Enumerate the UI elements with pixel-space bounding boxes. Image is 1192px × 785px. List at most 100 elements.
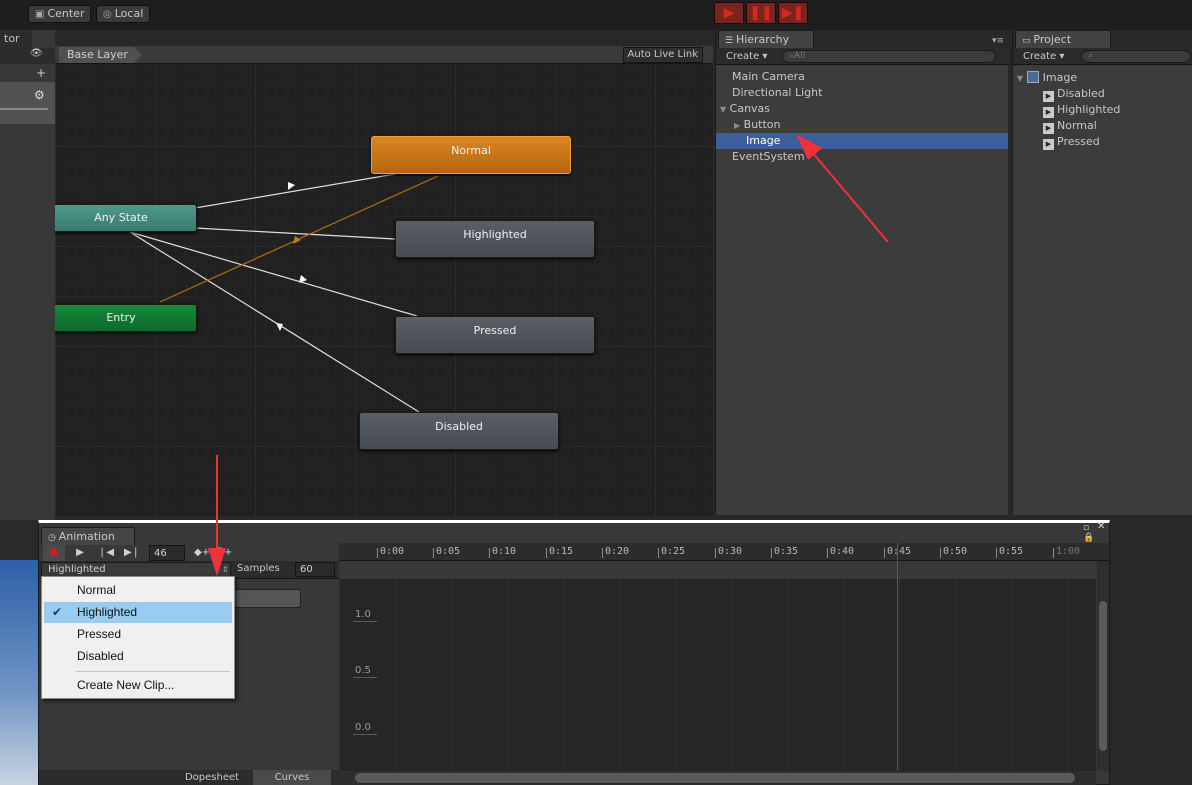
clip-selector-value: Highlighted <box>48 564 106 575</box>
space-label: Local <box>114 7 144 20</box>
clip-dropdown-menu: Normal ✔ Highlighted Pressed Disabled Cr… <box>41 576 235 699</box>
pivot-label: Center <box>47 7 85 20</box>
state-highlighted[interactable]: Highlighted <box>395 220 595 258</box>
tab-dopesheet[interactable]: Dopesheet <box>173 770 251 785</box>
menu-item-highlighted[interactable]: ✔ Highlighted <box>44 602 232 623</box>
gear-icon[interactable]: ⚙ <box>34 88 45 102</box>
expand-right-icon[interactable]: ▶ <box>734 121 740 130</box>
project-clip-highlighted[interactable]: ▶ Highlighted <box>1043 102 1120 118</box>
tab-curves[interactable]: Curves <box>253 770 331 785</box>
animator-graph[interactable]: Base Layer Auto Live Link Normal Highlig… <box>55 46 713 516</box>
pivot-space-button[interactable]: ◎ Local <box>96 5 151 23</box>
add-icon[interactable]: + <box>36 66 46 80</box>
menu-item-disabled[interactable]: Disabled <box>44 646 232 667</box>
expand-down-icon[interactable]: ▼ <box>1017 74 1023 83</box>
state-disabled[interactable]: Disabled <box>359 412 559 450</box>
tick-label: 0:40 <box>826 546 855 558</box>
tab-project[interactable]: ▭ Project <box>1015 30 1111 48</box>
updown-icon: ⇕ <box>222 565 229 574</box>
folder-icon: ▭ <box>1022 36 1034 46</box>
tick-label: 0:35 <box>770 546 799 558</box>
hierarchy-create-button[interactable]: Create ▾ <box>722 49 771 64</box>
animation-clip-icon: ▶ <box>1043 107 1054 118</box>
next-key-icon: ▶❘ <box>123 547 141 558</box>
project-root-label: Image <box>1042 71 1078 84</box>
pivot-icon: ▣ <box>35 9 45 20</box>
curve-editor[interactable]: 1.0 0.5 0.0 <box>339 579 1096 771</box>
menu-item-create-new-clip[interactable]: Create New Clip... <box>44 675 232 696</box>
tab-animation[interactable]: ◷ Animation <box>41 527 135 545</box>
clip-label: Pressed <box>1057 135 1100 148</box>
list-icon: ☰ <box>725 36 736 46</box>
project-item-image[interactable]: ▼ Image <box>1017 70 1077 86</box>
prev-keyframe-button[interactable]: ❘◀ <box>95 545 117 561</box>
pause-icon: ❚❚ <box>749 5 773 21</box>
state-entry[interactable]: Entry <box>55 304 197 332</box>
project-window: ▭ Project Create ▾ ⌕ ▼ Image ▶ Disabled ▶… <box>1012 30 1192 515</box>
transition-arrow-4 <box>293 236 301 244</box>
horizontal-scroll-thumb[interactable] <box>355 773 1075 783</box>
samples-input[interactable]: 60 <box>295 562 335 577</box>
record-button[interactable]: ● <box>43 545 65 561</box>
add-keyframe-button[interactable]: ◆+ <box>193 545 211 561</box>
layer-row[interactable]: ⚙ <box>0 82 55 124</box>
animator-controller-icon <box>1026 71 1039 83</box>
window-menu-icon[interactable]: ▾≡ <box>992 36 1004 46</box>
add-key-icon: ◆+ <box>193 547 211 558</box>
project-tab-label: Project <box>1033 33 1072 46</box>
pause-button[interactable]: ❚❚ <box>746 2 776 24</box>
state-any-state[interactable]: Any State <box>55 204 197 232</box>
animation-clip-icon: ▶ <box>1043 139 1054 150</box>
vertical-scroll-thumb[interactable] <box>1099 601 1107 751</box>
state-pressed[interactable]: Pressed <box>395 316 595 354</box>
close-icon[interactable]: ✕ <box>1097 521 1105 532</box>
hierarchy-search-input[interactable]: ⌕All <box>782 50 996 63</box>
state-normal[interactable]: Normal <box>371 136 571 174</box>
record-icon: ● <box>49 547 59 558</box>
lock-icon[interactable]: 🔒 <box>1083 533 1094 543</box>
tab-hierarchy[interactable]: ☰ Hierarchy <box>718 30 814 48</box>
layer-weight-slider[interactable] <box>0 108 48 110</box>
menu-item-pressed[interactable]: Pressed <box>44 624 232 645</box>
vertical-scrollbar[interactable] <box>1097 561 1109 771</box>
project-clip-normal[interactable]: ▶ Normal <box>1043 118 1097 134</box>
hierarchy-item-button[interactable]: ▶ Button <box>734 117 781 133</box>
horizontal-scrollbar[interactable] <box>339 771 1096 785</box>
frame-input[interactable]: 46 <box>149 545 185 561</box>
maximize-icon[interactable]: ▫ <box>1083 523 1089 533</box>
menu-item-normal[interactable]: Normal <box>44 580 232 601</box>
globe-icon: ◎ <box>103 9 112 20</box>
hierarchy-item-canvas[interactable]: ▼ Canvas <box>720 101 770 117</box>
step-button[interactable]: ▶❚ <box>778 2 808 24</box>
samples-label: Samples <box>237 563 280 574</box>
project-clip-pressed[interactable]: ▶ Pressed <box>1043 134 1100 150</box>
hierarchy-item-eventsystem[interactable]: EventSystem <box>732 149 805 165</box>
project-search-input[interactable]: ⌕ <box>1081 50 1191 63</box>
search-placeholder: All <box>794 51 806 61</box>
canvas-label: Canvas <box>729 102 771 115</box>
hierarchy-toolbar: Create ▾ ⌕All <box>716 48 1009 65</box>
tick-label: 1:00 <box>1052 546 1081 558</box>
next-keyframe-button[interactable]: ▶❘ <box>121 545 143 561</box>
project-toolbar: Create ▾ ⌕ <box>1013 48 1192 65</box>
expand-down-icon[interactable]: ▼ <box>720 105 726 114</box>
inspector-tab[interactable]: tor <box>0 30 32 48</box>
pivot-center-button[interactable]: ▣ Center <box>28 5 92 23</box>
timeline-ruler[interactable]: 0:00 0:05 0:10 0:15 0:20 0:25 0:30 0:35 … <box>339 543 1109 561</box>
project-create-button[interactable]: Create ▾ <box>1019 49 1068 64</box>
hierarchy-item-main-camera[interactable]: Main Camera <box>732 69 805 85</box>
tick-label: 0:10 <box>488 546 517 558</box>
button-label: Button <box>743 118 781 131</box>
play-button[interactable]: ▶ <box>714 2 744 24</box>
hierarchy-item-directional-light[interactable]: Directional Light <box>732 85 822 101</box>
scene-view-strip <box>0 520 38 785</box>
playhead[interactable] <box>897 543 898 773</box>
preview-play-button[interactable]: ▶ <box>69 545 91 561</box>
transition-any-normal <box>194 173 396 209</box>
project-clip-disabled[interactable]: ▶ Disabled <box>1043 86 1105 102</box>
add-event-button[interactable]: ❚+ <box>215 545 233 561</box>
eye-icon[interactable]: 👁 <box>30 48 43 59</box>
search-icon: ⌕ <box>1088 51 1094 61</box>
tick-label: 0:50 <box>939 546 968 558</box>
hierarchy-item-image[interactable]: Image <box>716 133 1008 149</box>
